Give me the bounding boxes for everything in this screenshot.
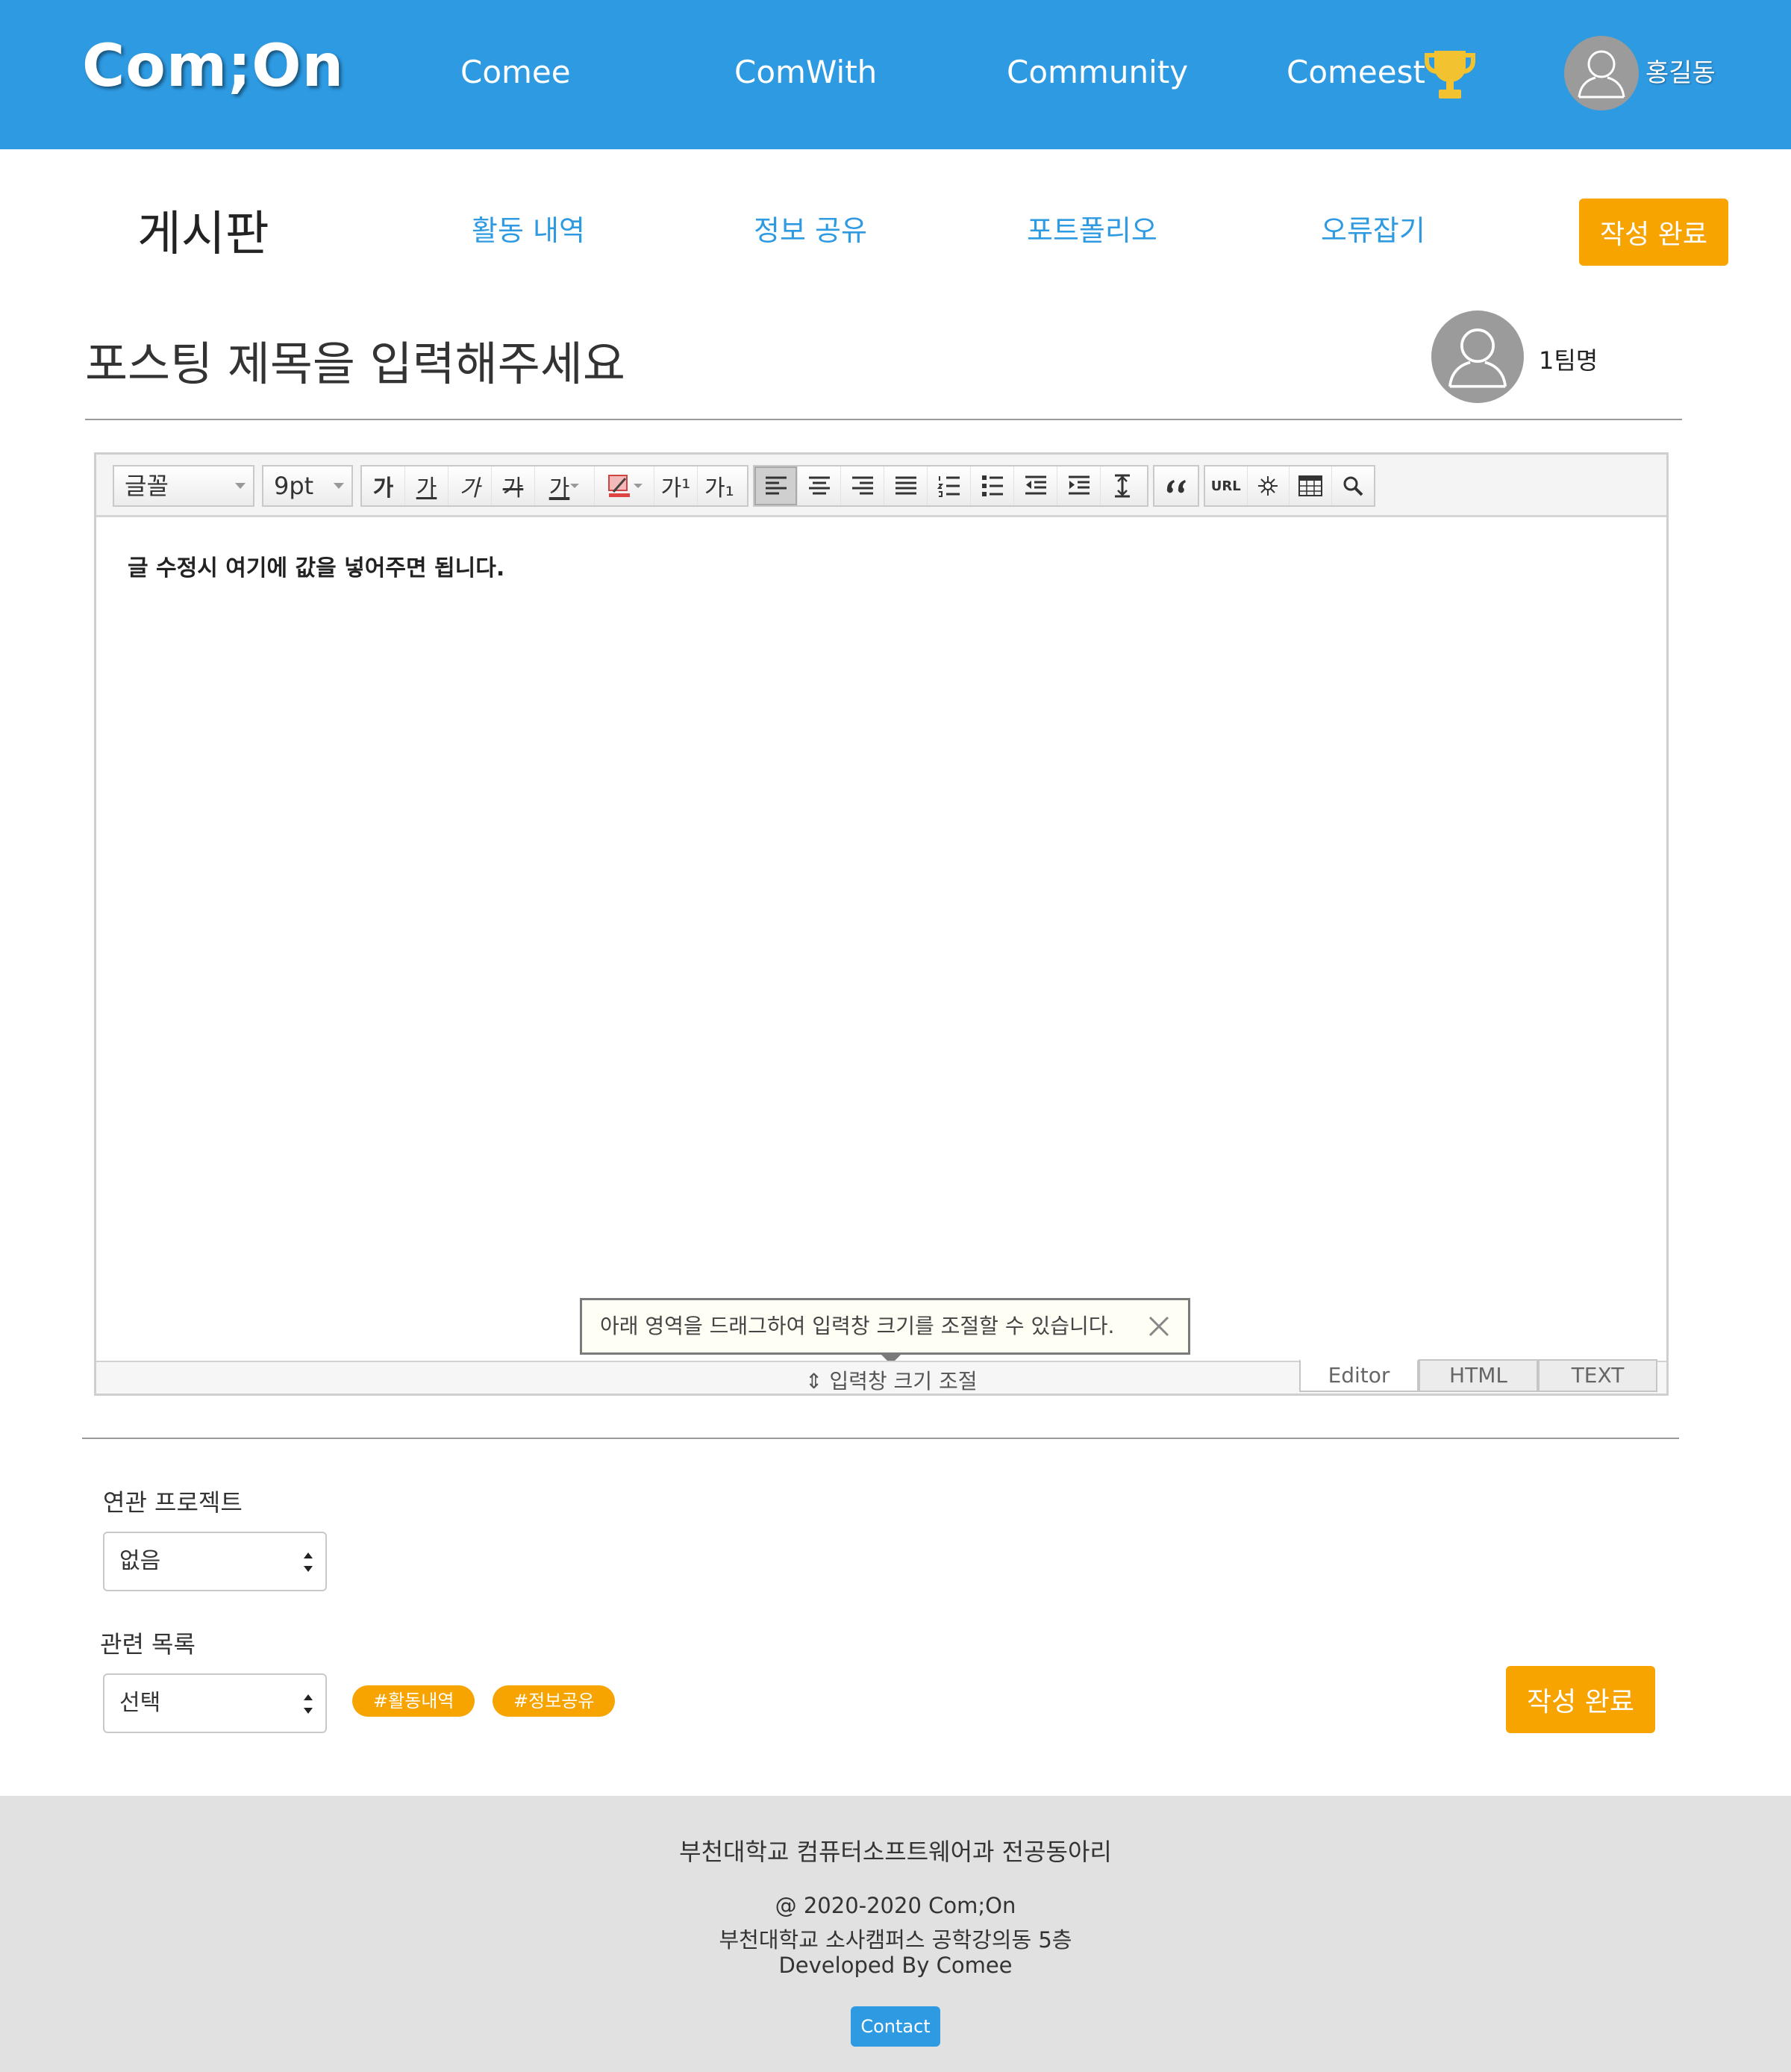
project-select[interactable]: 없음 <box>103 1532 327 1591</box>
indent-icon <box>1068 475 1090 495</box>
title-divider <box>85 419 1682 420</box>
subscript-button[interactable]: 가₁ <box>698 466 741 505</box>
align-justify-button[interactable] <box>884 466 928 505</box>
nav-comee[interactable]: Comee <box>460 54 571 90</box>
align-right-icon <box>851 476 873 495</box>
editor-content-area[interactable]: 글 수정시 여기에 값을 넣어주면 됩니다. <box>96 519 1666 1311</box>
ordered-list-button[interactable] <box>928 466 971 505</box>
category-select[interactable]: 선택 <box>103 1673 327 1733</box>
line-height-icon <box>1115 474 1130 498</box>
resize-tooltip: 아래 영역을 드래그하여 입력창 크기를 조절할 수 있습니다. <box>580 1298 1190 1364</box>
footer-address: 부천대학교 소사캠퍼스 공학강의동 5층 <box>719 1927 1072 1953</box>
menu-bug-fix[interactable]: 오류잡기 <box>1321 207 1425 249</box>
outdent-icon <box>1025 475 1046 495</box>
trophy-icon <box>1425 51 1475 99</box>
table-button[interactable] <box>1290 466 1332 505</box>
contact-button[interactable]: Contact <box>851 2006 940 2047</box>
italic-button[interactable]: 가 <box>448 466 492 505</box>
footer-org: 부천대학교 컴퓨터소프트웨어과 전공동아리 <box>679 1838 1112 1866</box>
outdent-button[interactable] <box>1014 466 1057 505</box>
indent-button[interactable] <box>1057 466 1101 505</box>
menu-info-share[interactable]: 정보 공유 <box>754 207 867 249</box>
underline-button[interactable]: 가 <box>405 466 448 505</box>
submit-button-bottom[interactable]: 작성 완료 <box>1506 1666 1655 1733</box>
rich-text-editor: 글꼴 9pt 가 가 가 가 가 가¹ 가₁ URL 글 수정시 여기에 값을 … <box>94 452 1669 1396</box>
align-right-button[interactable] <box>841 466 884 505</box>
project-select-value: 없음 <box>119 1548 161 1574</box>
editor-footer: ⇕ 입력창 크기 조절 Editor HTML TEXT <box>96 1359 1666 1395</box>
chevron-down-icon <box>633 484 643 488</box>
nav-community[interactable]: Community <box>1007 54 1188 90</box>
font-family-value: 글꼴 <box>125 472 169 500</box>
align-center-button[interactable] <box>798 466 841 505</box>
align-justify-icon <box>895 476 916 495</box>
site-logo[interactable]: Com;On <box>82 33 344 100</box>
search-icon <box>1343 476 1363 496</box>
nav-comwith[interactable]: ComWith <box>734 54 877 90</box>
font-size-select[interactable]: 9pt <box>262 465 353 507</box>
category-label: 관련 목록 <box>100 1630 196 1658</box>
menu-activity[interactable]: 활동 내역 <box>472 207 585 249</box>
tag-info-share[interactable]: #정보공유 <box>493 1685 616 1717</box>
font-color-label: 가 <box>548 475 570 502</box>
editor-divider <box>82 1438 1679 1439</box>
align-center-icon <box>808 476 830 495</box>
ordered-list-icon <box>937 476 960 497</box>
highlight-icon <box>607 475 630 497</box>
editor-toolbar: 글꼴 9pt 가 가 가 가 가 가¹ 가₁ URL <box>96 455 1666 517</box>
chevron-down-icon <box>235 483 246 489</box>
bullet-list-icon <box>981 475 1003 496</box>
menu-portfolio[interactable]: 포트폴리오 <box>1027 207 1157 249</box>
team-name: 1팀명 <box>1539 346 1598 375</box>
select-arrows-icon <box>304 1694 313 1714</box>
tab-text[interactable]: TEXT <box>1538 1359 1657 1392</box>
paragraph-group <box>753 465 1148 507</box>
quote-button[interactable] <box>1154 466 1198 505</box>
footer-copyright: @ 2020-2020 Com;On <box>775 1893 1016 1918</box>
user-name[interactable]: 홍길동 <box>1645 52 1716 89</box>
submit-button-top[interactable]: 작성 완료 <box>1579 199 1728 266</box>
highlight-button[interactable] <box>595 466 654 505</box>
tab-html[interactable]: HTML <box>1419 1359 1538 1392</box>
tab-editor[interactable]: Editor <box>1299 1359 1419 1392</box>
bold-button[interactable]: 가 <box>362 466 405 505</box>
resize-tooltip-text: 아래 영역을 드래그하여 입력창 크기를 조절할 수 있습니다. <box>600 1314 1115 1338</box>
special-char-icon <box>1258 476 1278 496</box>
strikethrough-button[interactable]: 가 <box>492 466 535 505</box>
bullet-list-button[interactable] <box>971 466 1014 505</box>
font-color-button[interactable]: 가 <box>535 466 595 505</box>
text-format-group: 가 가 가 가 가 가¹ 가₁ <box>360 465 748 507</box>
table-icon <box>1298 475 1322 496</box>
find-button[interactable] <box>1332 466 1374 505</box>
category-select-value: 선택 <box>119 1690 161 1716</box>
line-height-button[interactable] <box>1101 466 1144 505</box>
close-icon[interactable] <box>1140 1308 1178 1345</box>
board-title: 게시판 <box>137 207 269 262</box>
font-size-value: 9pt <box>274 472 314 500</box>
user-avatar-icon[interactable] <box>1564 36 1639 110</box>
superscript-button[interactable]: 가¹ <box>654 466 698 505</box>
tag-activity[interactable]: #활동내역 <box>352 1685 475 1717</box>
align-left-button[interactable] <box>754 466 798 505</box>
special-char-button[interactable] <box>1248 466 1290 505</box>
align-left-icon <box>765 476 787 495</box>
post-title-input[interactable] <box>85 330 1354 397</box>
team-avatar-icon <box>1431 311 1524 403</box>
insert-group: URL <box>1204 465 1375 507</box>
link-button[interactable]: URL <box>1205 466 1248 505</box>
footer-developer: Developed By Comee <box>778 1953 1013 1978</box>
project-label: 연관 프로젝트 <box>103 1488 243 1517</box>
font-family-select[interactable]: 글꼴 <box>113 465 254 507</box>
quote-icon <box>1166 480 1186 493</box>
site-footer: 부천대학교 컴퓨터소프트웨어과 전공동아리 @ 2020-2020 Com;On… <box>0 1796 1791 2072</box>
select-arrows-icon <box>304 1553 313 1572</box>
resize-handle[interactable]: ⇕ 입력창 크기 조절 <box>805 1365 977 1395</box>
chevron-down-icon <box>334 483 344 489</box>
quote-group <box>1153 465 1199 507</box>
nav-comeest[interactable]: Comeest <box>1287 54 1425 90</box>
top-navbar: Com;On Comee ComWith Community Comeest 홍… <box>0 0 1791 149</box>
chevron-down-icon <box>570 484 580 488</box>
